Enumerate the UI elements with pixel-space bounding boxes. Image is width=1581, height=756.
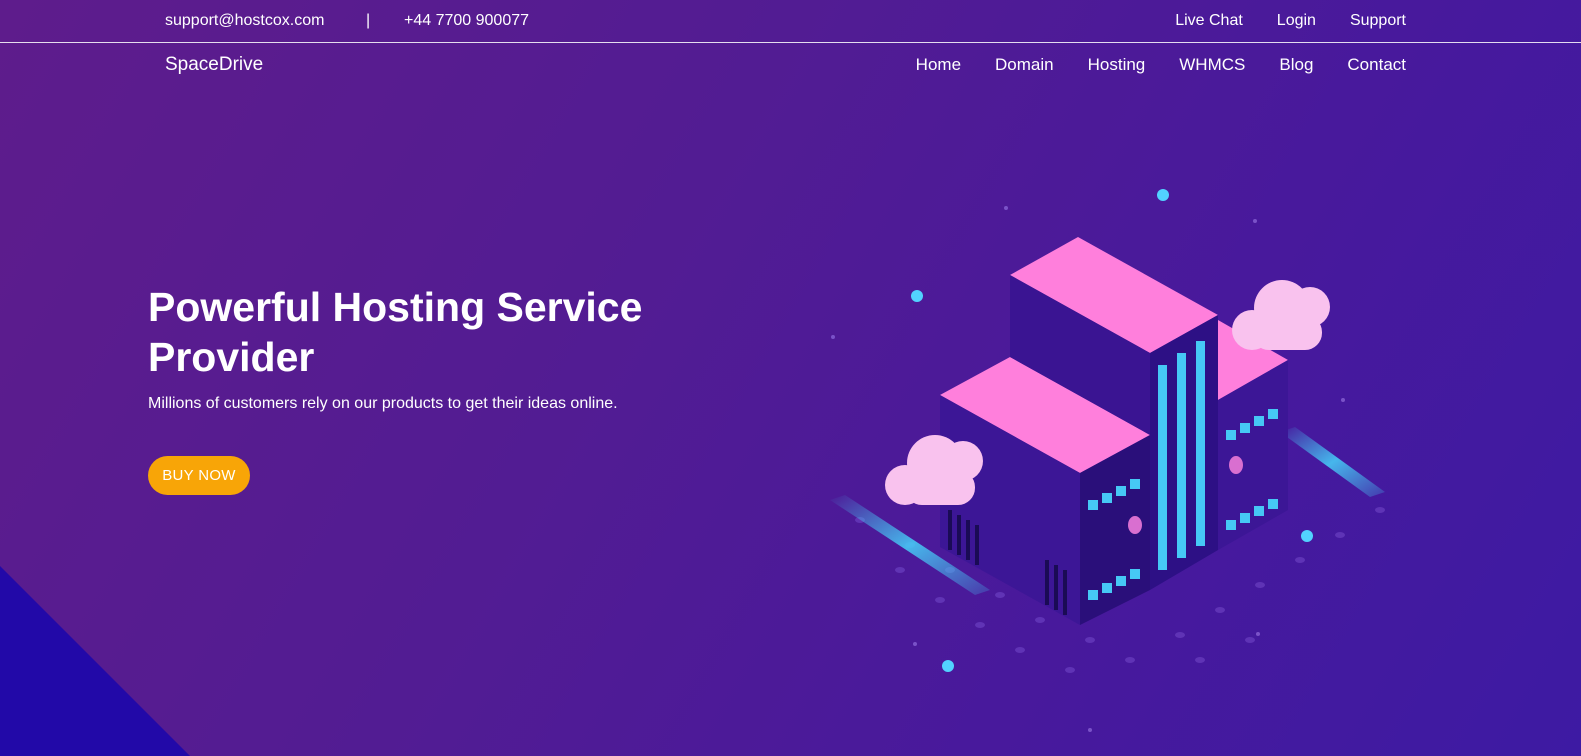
nav-item-whmcs[interactable]: WHMCS [1179, 55, 1245, 75]
nav-item-blog[interactable]: Blog [1279, 55, 1313, 75]
hero-subtitle: Millions of customers rely on our produc… [148, 395, 618, 412]
server-building-illustration [830, 189, 1385, 732]
light-beam-right [1280, 427, 1385, 497]
cloud-icon [1232, 280, 1330, 350]
support-email[interactable]: support@hostcox.com [165, 12, 324, 30]
nav-item-contact[interactable]: Contact [1347, 55, 1406, 75]
right-building [1218, 320, 1288, 550]
nav-item-domain[interactable]: Domain [995, 55, 1054, 75]
buy-now-button[interactable]: BUY NOW [148, 456, 250, 495]
brand-logo[interactable]: SpaceDrive [165, 54, 263, 76]
nav-item-hosting[interactable]: Hosting [1088, 55, 1146, 75]
hero-title: Powerful Hosting Service Provider [148, 284, 643, 380]
topbar-links: Live Chat Login Support [1175, 12, 1406, 30]
nav-menu: Home Domain Hosting WHMCS Blog Contact [916, 55, 1406, 75]
support-link[interactable]: Support [1350, 12, 1406, 30]
nav-item-home[interactable]: Home [916, 55, 961, 75]
live-chat-link[interactable]: Live Chat [1175, 12, 1243, 30]
corner-decoration [0, 566, 190, 756]
topbar-separator: | [366, 12, 371, 29]
cloud-icon [885, 435, 983, 505]
support-phone[interactable]: +44 7700 900077 [404, 12, 529, 30]
top-bar: support@hostcox.com | +44 7700 900077 Li… [0, 0, 1581, 43]
login-link[interactable]: Login [1277, 12, 1316, 30]
main-nav: SpaceDrive Home Domain Hosting WHMCS Blo… [0, 43, 1581, 89]
